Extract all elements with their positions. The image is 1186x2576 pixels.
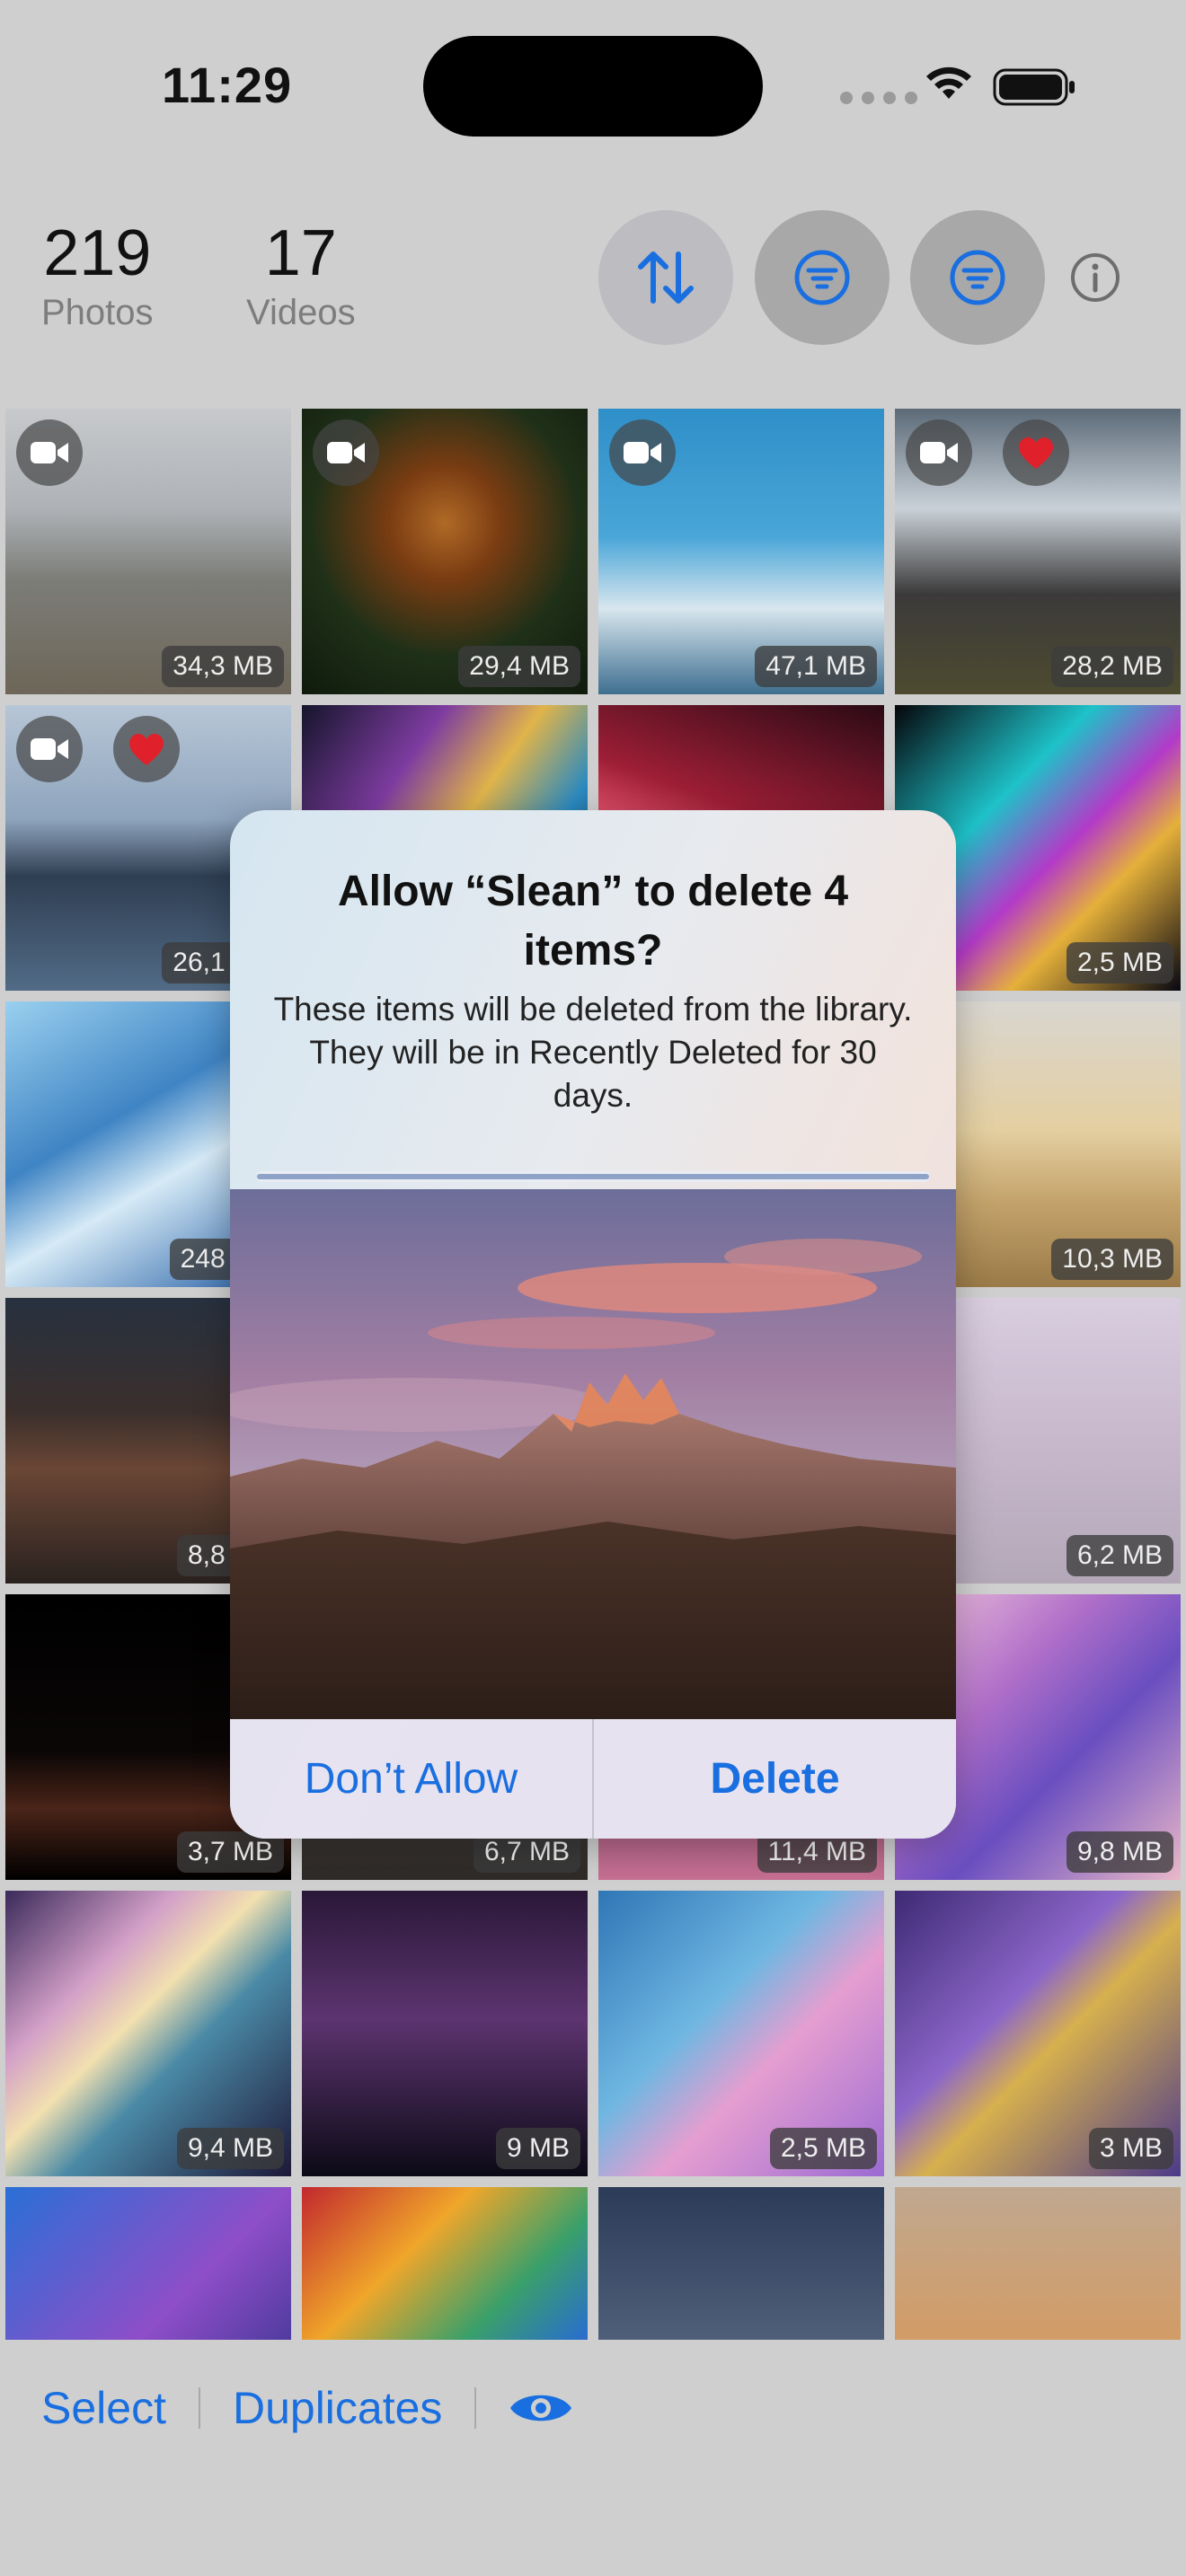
alert-preview-image	[230, 1189, 956, 1719]
alert-button-row: Don’t Allow Delete	[230, 1719, 956, 1839]
wifi-icon	[926, 66, 971, 99]
photo-tile[interactable]	[598, 2187, 884, 2340]
filter-button[interactable]	[755, 210, 890, 345]
video-icon	[609, 419, 676, 486]
photo-tile[interactable]: 9,4 MB	[5, 1891, 291, 2176]
photos-count-number: 219	[43, 217, 152, 289]
photo-tile[interactable]	[302, 2187, 588, 2340]
file-size-badge: 6,2 MB	[1066, 1535, 1173, 1576]
toolbar-divider	[474, 2387, 477, 2429]
file-size-badge: 29,4 MB	[458, 646, 580, 687]
file-size-badge: 9,8 MB	[1066, 1831, 1173, 1873]
heart-icon	[113, 716, 180, 782]
photos-count-label: Photos	[41, 293, 154, 332]
file-size-badge: 10,3 MB	[1051, 1239, 1173, 1280]
dont-allow-button[interactable]: Don’t Allow	[230, 1719, 592, 1839]
photo-tile[interactable]: 2,5 MB	[598, 1891, 884, 2176]
file-size-badge: 9,4 MB	[176, 2128, 284, 2169]
photo-tile[interactable]: 34,3 MB	[5, 409, 291, 694]
file-size-badge: 9 MB	[495, 2128, 580, 2169]
file-size-badge: 2,5 MB	[1066, 942, 1173, 984]
alert-title: Allow “Slean” to delete 4 items?	[337, 868, 849, 975]
videos-count-label: Videos	[246, 293, 356, 332]
photo-tile[interactable]: 28,2 MB	[895, 409, 1181, 694]
status-time: 11:29	[162, 57, 293, 113]
file-size-badge: 28,2 MB	[1051, 646, 1173, 687]
file-size-badge: 3 MB	[1088, 2128, 1173, 2169]
photos-count: 219 Photos	[41, 216, 154, 333]
duplicates-button[interactable]: Duplicates	[233, 2382, 442, 2434]
alert-preview-strip	[257, 1171, 929, 1182]
video-icon	[313, 419, 379, 486]
file-size-badge: 2,5 MB	[769, 2128, 877, 2169]
toolbar-divider	[198, 2387, 200, 2429]
video-icon	[16, 716, 83, 782]
file-size-badge: 47,1 MB	[755, 646, 877, 687]
cellular-signal-icon	[840, 92, 917, 104]
file-size-badge: 34,3 MB	[162, 646, 284, 687]
bottom-toolbar: Select Duplicates	[41, 2382, 573, 2434]
videos-count-number: 17	[264, 217, 337, 289]
filter-icon	[794, 250, 850, 305]
eye-icon[interactable]	[509, 2387, 573, 2429]
heart-icon	[1003, 419, 1069, 486]
dynamic-island	[423, 36, 763, 137]
filter-button-secondary[interactable]	[910, 210, 1045, 345]
alert-message: These items will be deleted from the lib…	[273, 991, 913, 1114]
video-icon	[906, 419, 972, 486]
video-icon	[16, 419, 83, 486]
photo-tile[interactable]: 29,4 MB	[302, 409, 588, 694]
photo-tile[interactable]: 47,1 MB	[598, 409, 884, 694]
photo-tile[interactable]	[895, 2187, 1181, 2340]
sort-icon	[638, 251, 694, 304]
photo-tile[interactable]: 9 MB	[302, 1891, 588, 2176]
photo-tile[interactable]	[5, 2187, 291, 2340]
select-button[interactable]: Select	[41, 2382, 166, 2434]
info-icon[interactable]	[1069, 251, 1121, 304]
videos-count: 17 Videos	[246, 216, 356, 333]
photo-tile[interactable]: 3 MB	[895, 1891, 1181, 2176]
sort-button[interactable]	[598, 210, 733, 345]
delete-button[interactable]: Delete	[594, 1719, 956, 1839]
delete-alert-dialog: Allow “Slean” to delete 4 items? These i…	[230, 810, 956, 1839]
filter-icon	[950, 250, 1005, 305]
battery-icon	[993, 68, 1075, 106]
